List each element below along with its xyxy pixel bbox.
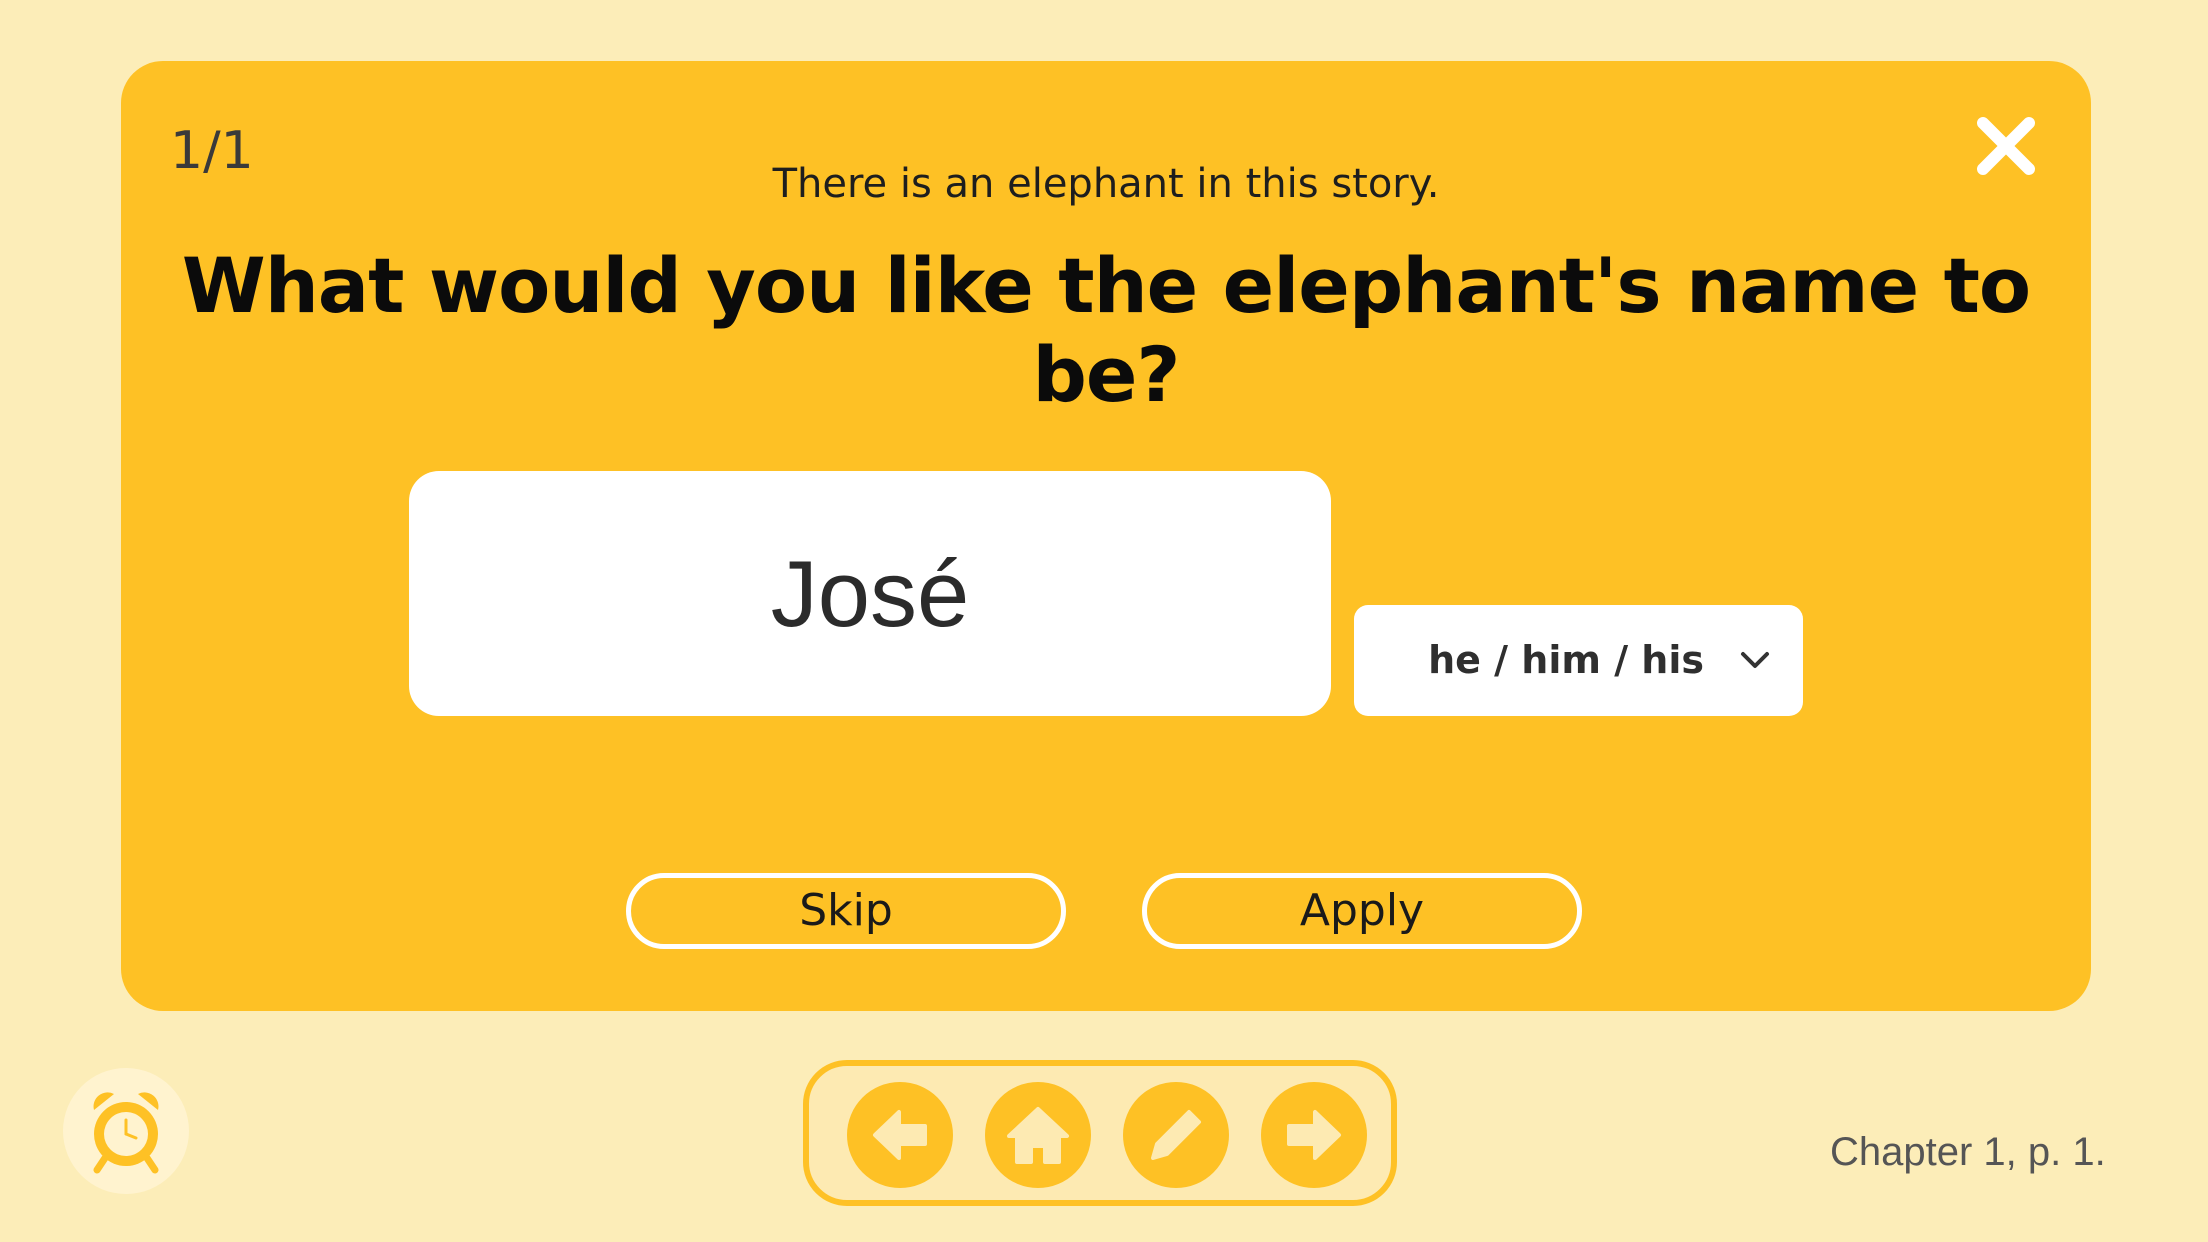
skip-button[interactable]: Skip bbox=[626, 873, 1066, 949]
arrow-left-icon bbox=[873, 1110, 927, 1160]
name-input[interactable] bbox=[409, 471, 1331, 716]
pencil-icon bbox=[1151, 1110, 1201, 1160]
navigation-toolbar bbox=[803, 1060, 1397, 1206]
story-subtitle: There is an elephant in this story. bbox=[772, 161, 1440, 207]
pronoun-dropdown[interactable]: he / him / his bbox=[1354, 605, 1803, 716]
chevron-down-icon bbox=[1741, 652, 1769, 668]
home-button[interactable] bbox=[985, 1082, 1091, 1188]
apply-button[interactable]: Apply bbox=[1142, 873, 1582, 949]
forward-button[interactable] bbox=[1261, 1082, 1367, 1188]
alarm-button[interactable] bbox=[63, 1068, 189, 1194]
arrow-right-icon bbox=[1287, 1110, 1341, 1160]
question-title: What would you like the elephant's name … bbox=[181, 241, 2031, 419]
back-button[interactable] bbox=[847, 1082, 953, 1188]
page-indicator: Chapter 1, p. 1. bbox=[1830, 1130, 2106, 1174]
alarm-clock-icon bbox=[93, 1092, 159, 1174]
home-icon bbox=[1007, 1107, 1069, 1164]
edit-button[interactable] bbox=[1123, 1082, 1229, 1188]
pronoun-selected-value: he / him / his bbox=[1428, 638, 1704, 682]
question-card: 1/1 There is an elephant in this story. … bbox=[121, 61, 2091, 1011]
